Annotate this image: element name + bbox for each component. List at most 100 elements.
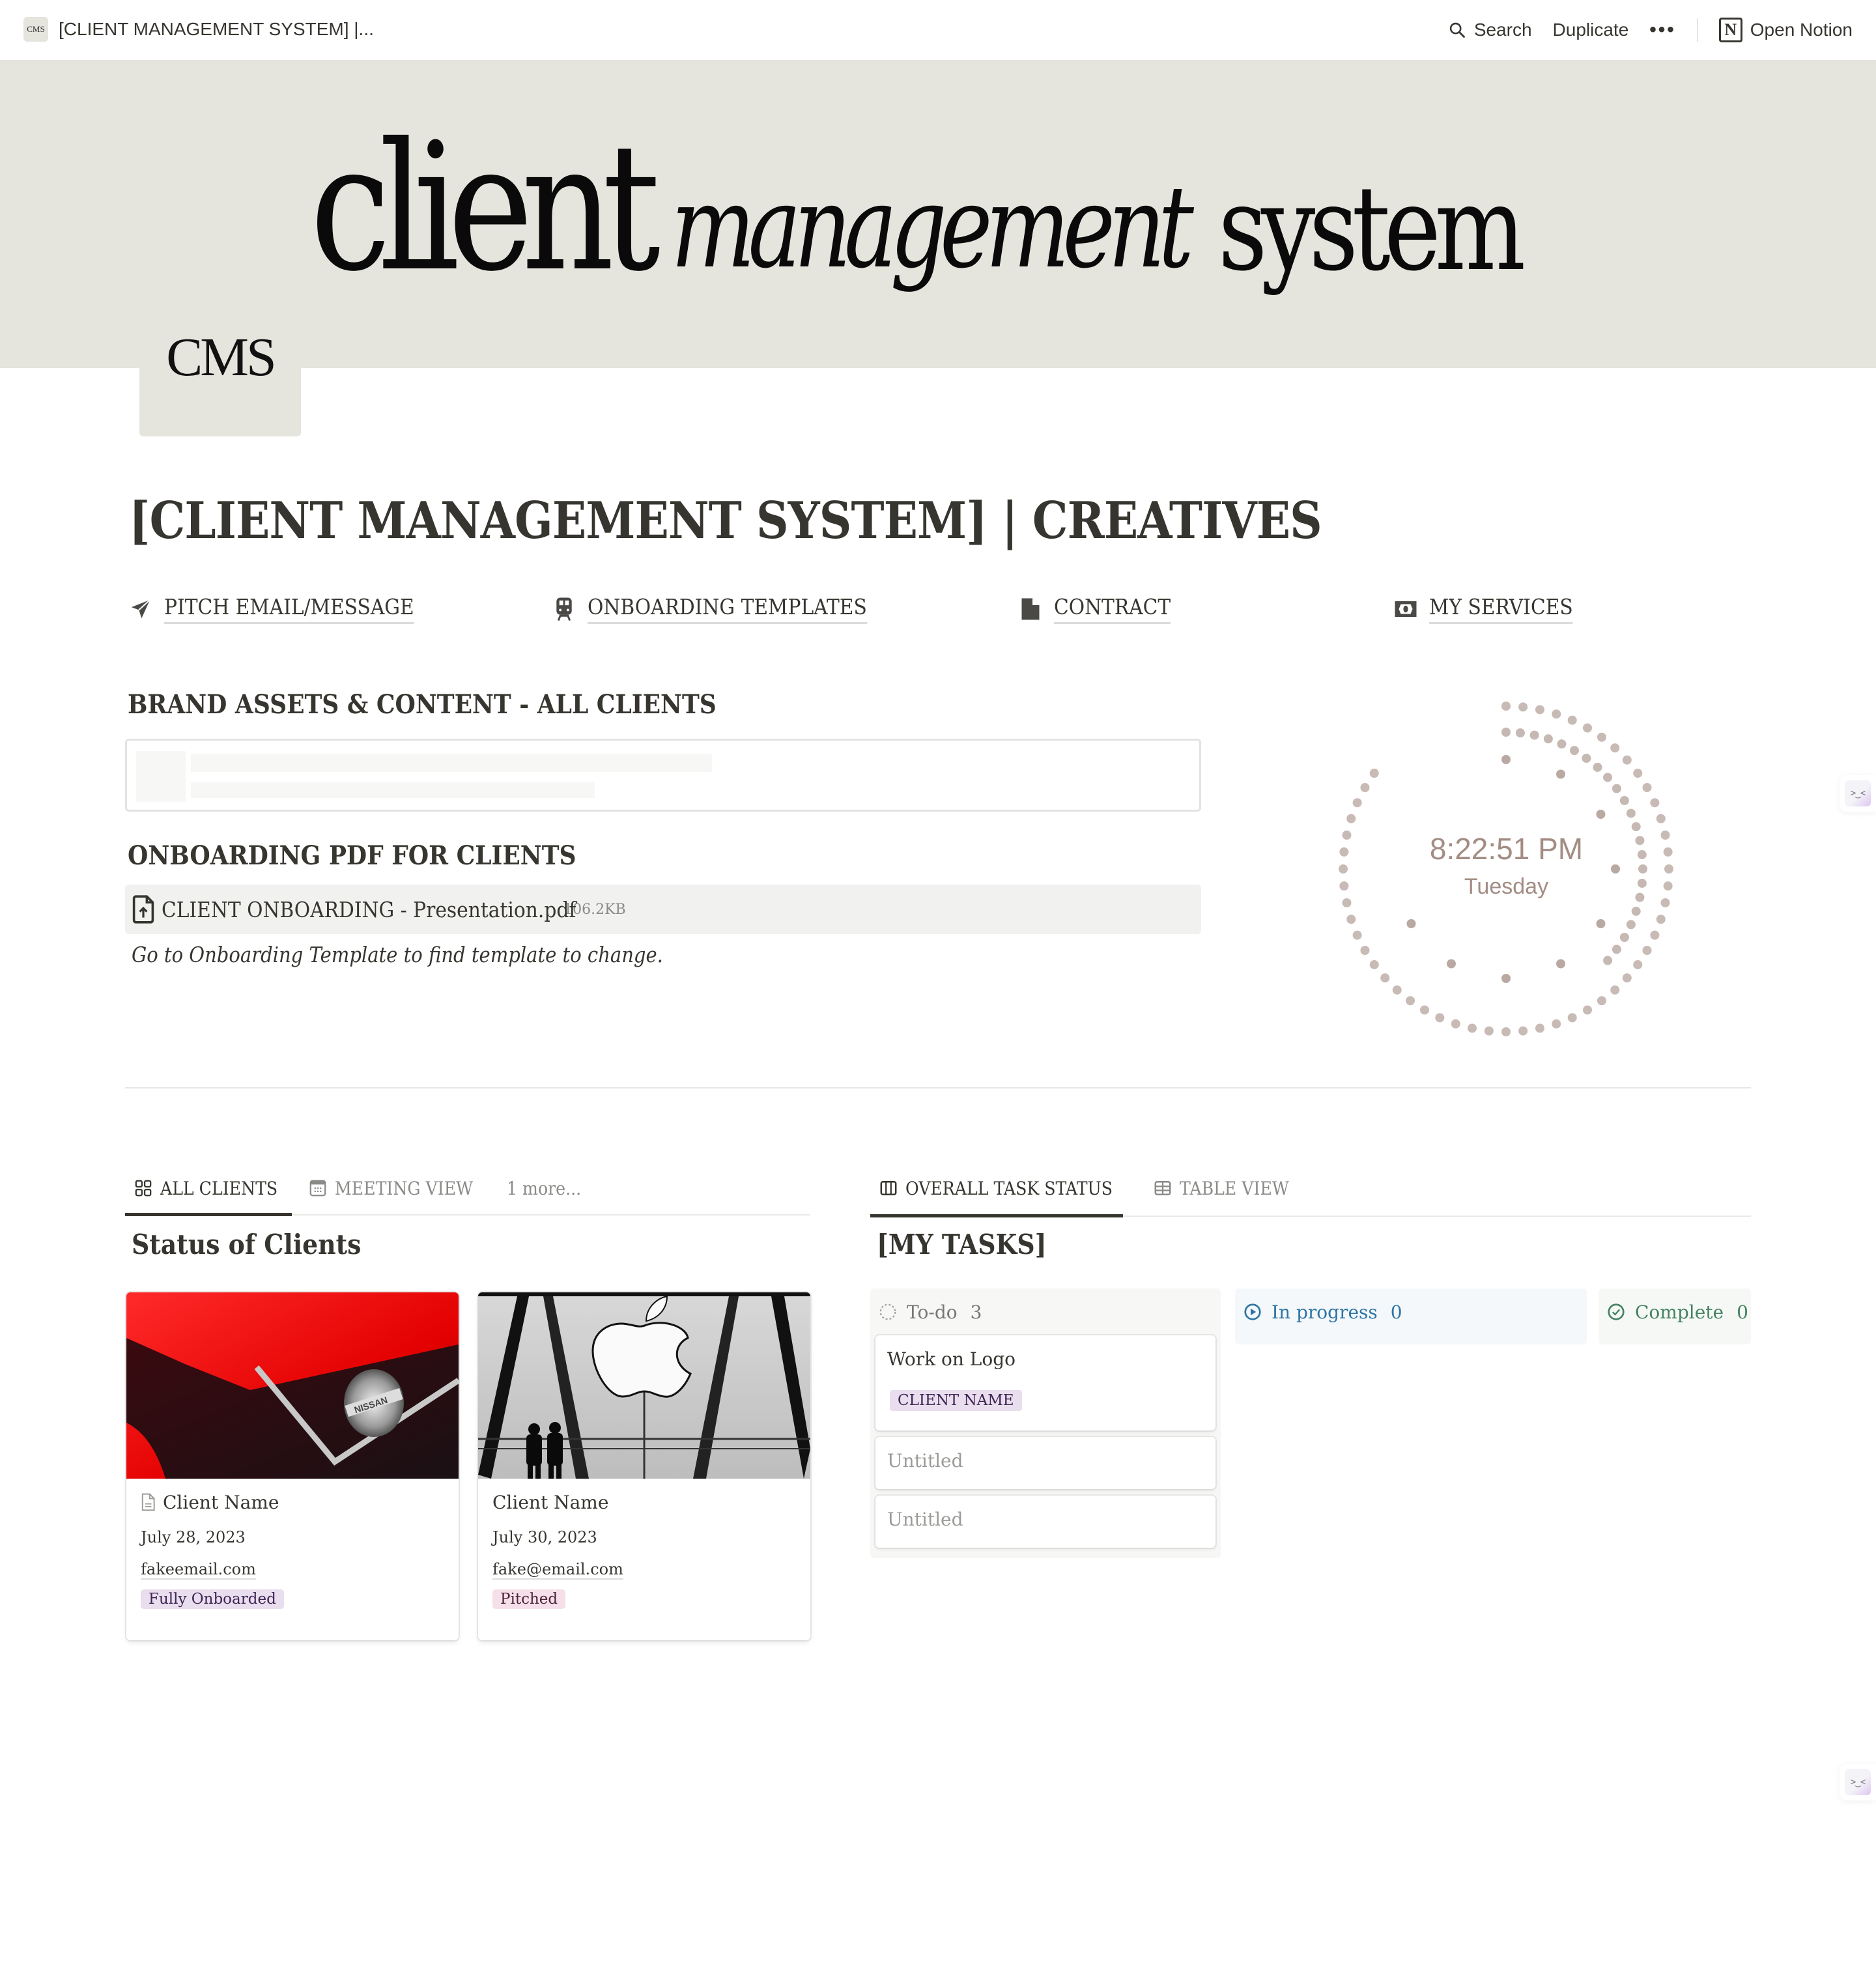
seconds-dot	[1552, 709, 1561, 719]
minutes-dot	[1626, 808, 1636, 818]
seconds-dot	[1642, 946, 1652, 955]
seconds-dot	[1656, 915, 1666, 924]
seconds-dot	[1346, 814, 1356, 823]
task-title: Untitled	[887, 1509, 963, 1530]
link-label: CONTRACT	[1054, 594, 1171, 624]
column-count: 0	[1737, 1301, 1748, 1323]
hour-dot	[1556, 769, 1565, 779]
link-label: ONBOARDING TEMPLATES	[588, 594, 867, 624]
tab-label: OVERALL TASK STATUS	[905, 1177, 1113, 1199]
minutes-dot	[1515, 728, 1525, 738]
page-icon	[141, 1493, 155, 1511]
document-icon	[1019, 597, 1042, 621]
board-column-todo: To-do 3 Work on Logo CLIENT NAME Untitle…	[870, 1288, 1221, 1558]
search-icon	[1449, 22, 1465, 38]
column-header[interactable]: To-do 3	[878, 1295, 982, 1329]
minutes-dot	[1582, 754, 1591, 763]
task-card[interactable]: Untitled	[875, 1496, 1215, 1548]
hour-dot	[1596, 810, 1606, 819]
search-button[interactable]: Search	[1448, 20, 1532, 40]
minutes-dot	[1626, 920, 1636, 930]
side-helper-widget[interactable]: >‿<	[1840, 1764, 1876, 1800]
tab-all-clients[interactable]: ALL CLIENTS	[125, 1167, 300, 1209]
minutes-dot	[1529, 730, 1539, 740]
seconds-dot	[1583, 723, 1592, 733]
clients-database: ALL CLIENTS MEETING VIEW 1 more... Statu…	[125, 1167, 810, 1643]
seconds-dot	[1656, 814, 1666, 823]
seconds-dot	[1660, 898, 1670, 907]
board-icon	[880, 1180, 897, 1196]
task-card[interactable]: Untitled	[875, 1437, 1215, 1489]
hour-dot	[1501, 755, 1511, 764]
column-count: 3	[970, 1301, 982, 1323]
seconds-dot	[1352, 930, 1362, 940]
section-divider	[125, 1087, 1751, 1088]
seconds-dot	[1622, 755, 1632, 765]
active-tab-indicator	[870, 1214, 1123, 1217]
seconds-dot	[1610, 985, 1620, 995]
minutes-dot	[1543, 734, 1553, 744]
brand-assets-embed[interactable]	[125, 739, 1201, 812]
page-title: [CLIENT MANAGEMENT SYSTEM] | CREATIVES	[129, 491, 1322, 550]
column-label: Complete	[1635, 1301, 1724, 1323]
seconds-dot	[1650, 930, 1660, 940]
cover-word-management: management	[671, 162, 1194, 294]
embed-placeholder-thumb	[136, 751, 186, 802]
seconds-dot	[1552, 1019, 1561, 1029]
tab-more-views[interactable]: 1 more...	[498, 1167, 599, 1209]
board-column-in-progress: In progress 0	[1235, 1288, 1587, 1344]
side-helper-widget[interactable]: >‿<	[1840, 775, 1876, 812]
cover-word-system: system	[1218, 161, 1526, 297]
link-my-services[interactable]: MY SERVICES	[1394, 594, 1589, 624]
tab-table-view[interactable]: TABLE VIEW	[1144, 1167, 1310, 1209]
seconds-dot	[1518, 702, 1528, 712]
minutes-dot	[1557, 739, 1567, 749]
brand-assets-heading: BRAND ASSETS & CONTENT - ALL CLIENTS	[128, 689, 717, 720]
seconds-dot	[1535, 1023, 1544, 1033]
embed-placeholder-line	[191, 782, 595, 798]
seconds-dot	[1360, 783, 1370, 792]
minutes-dot	[1570, 746, 1579, 756]
tasks-database: OVERALL TASK STATUS TABLE VIEW [MY TASKS…	[870, 1167, 1751, 1571]
database-title: Status of Clients	[132, 1229, 362, 1260]
quick-links: PITCH EMAIL/MESSAGE ONBOARDING TEMPLATES…	[129, 594, 1757, 633]
minutes-dot	[1612, 784, 1621, 793]
page-icon-text: CMS	[166, 327, 276, 388]
client-email[interactable]: fake@email.com	[492, 1556, 799, 1584]
link-pitch-email[interactable]: PITCH EMAIL/MESSAGE	[129, 594, 442, 624]
hour-dot	[1501, 974, 1511, 983]
seconds-dot	[1518, 1026, 1528, 1036]
column-header[interactable]: Complete 0	[1606, 1295, 1748, 1329]
calendar-icon	[309, 1180, 326, 1197]
minutes-dot	[1501, 728, 1511, 737]
pdf-file-attachment[interactable]: CLIENT ONBOARDING - Presentation.pdf 106…	[125, 885, 1201, 934]
client-card[interactable]: Client Name July 30, 2023 fake@email.com…	[478, 1292, 810, 1640]
client-email[interactable]: fakeemail.com	[141, 1556, 447, 1584]
clock-time: 8:22:51 PM	[1429, 832, 1584, 866]
client-email-link[interactable]: fake@email.com	[492, 1560, 623, 1580]
column-header[interactable]: In progress 0	[1243, 1295, 1402, 1329]
seconds-dot	[1642, 783, 1652, 792]
seconds-dot	[1633, 769, 1643, 778]
seconds-dot	[1369, 769, 1379, 778]
breadcrumb-page-title[interactable]: [CLIENT MANAGEMENT SYSTEM] |...	[59, 19, 374, 40]
seconds-dot	[1597, 996, 1606, 1006]
link-contract[interactable]: CONTRACT	[1019, 594, 1184, 624]
search-label: Search	[1473, 20, 1532, 40]
tab-meeting-view[interactable]: MEETING VIEW	[300, 1167, 498, 1209]
task-card[interactable]: Work on Logo CLIENT NAME	[875, 1335, 1215, 1430]
client-name: Client Name	[163, 1491, 279, 1513]
breadcrumb[interactable]: CMS [CLIENT MANAGEMENT SYSTEM] |...	[23, 17, 374, 42]
paper-plane-icon	[129, 597, 152, 621]
page-icon[interactable]: CMS	[139, 300, 301, 436]
client-email-link[interactable]: fakeemail.com	[141, 1560, 256, 1580]
client-card[interactable]: NISSAN Client Name July 28, 2023 fakeema…	[126, 1292, 459, 1640]
duplicate-button[interactable]: Duplicate	[1553, 20, 1629, 40]
minutes-dot	[1631, 822, 1641, 832]
open-notion-button[interactable]: N Open Notion	[1718, 18, 1853, 42]
link-onboarding-templates[interactable]: ONBOARDING TEMPLATES	[552, 594, 898, 624]
seconds-dot	[1406, 996, 1415, 1006]
card-cover-image	[478, 1292, 810, 1479]
more-options-button[interactable]: •••	[1649, 19, 1676, 41]
tab-overall-task-status[interactable]: OVERALL TASK STATUS	[870, 1167, 1144, 1209]
